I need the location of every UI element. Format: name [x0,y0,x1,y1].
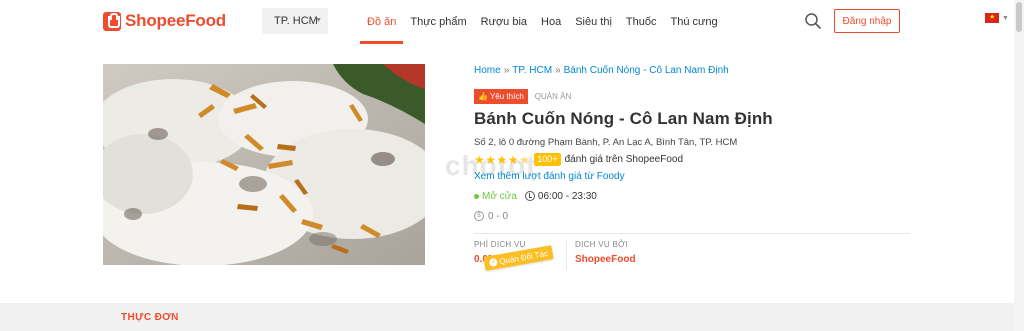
service-provider: DỊCH VỤ BỞI ShopeeFood [575,240,636,265]
menu-title[interactable]: THỰC ĐƠN [121,312,179,323]
category-nav: Đồ ăn Thực phẩm Rượu bia Hoa Siêu thị Th… [360,0,725,44]
nav-item-thuc-pham[interactable]: Thực phẩm [403,0,473,44]
breadcrumb-separator: » [555,64,561,76]
thumbs-up-icon: 👍 [478,91,488,101]
price-range-text: 0 - 0 [488,210,509,222]
breadcrumb: Home » TP. HCM » Bánh Cuốn Nóng - Cô Lan… [474,60,914,80]
restaurant-photo [103,64,425,265]
top-header: ShopeeFood TP. HCM ▼ Đồ ăn Thực phẩm Rượ… [0,0,1024,44]
nav-item-thuoc[interactable]: Thuốc [619,0,664,44]
scrollbar-thumb[interactable] [1016,2,1022,32]
vietnam-flag-icon [985,13,999,23]
open-status-label: Mở cửa [482,190,517,202]
search-icon[interactable] [804,12,822,30]
language-selector[interactable]: ▼ [985,13,1009,23]
breadcrumb-separator: » [503,64,510,76]
open-status: Mở cửa [474,191,517,202]
nav-item-hoa[interactable]: Hoa [534,0,568,44]
breadcrumb-current[interactable]: Bánh Cuốn Nóng - Cô Lan Nam Định [564,65,729,76]
nav-item-thu-cung[interactable]: Thú cưng [663,0,724,44]
restaurant-kind: QUÁN ĂN [534,91,572,101]
rating-text: đánh giá trên ShopeeFood [564,154,684,165]
breadcrumb-city[interactable]: TP. HCM [512,65,552,76]
price-range: $ 0 - 0 [474,209,914,223]
logo-text: ShopeeFood [125,11,226,30]
restaurant-address: Số 2, lô 0 đường Phạm Bành, P. An Lạc A,… [474,137,738,148]
foody-reviews-link[interactable]: Xem thêm lượt đánh giá từ Foody [474,170,914,184]
city-label: TP. HCM [274,15,318,27]
service-fee-label: PHÍ DỊCH VỤ [474,240,526,249]
favorite-tag-label: Yêu thích [489,91,524,101]
rating-count: 100+ [534,153,561,166]
login-button[interactable]: Đăng nhập [834,9,900,33]
shopeefood-logo[interactable]: ShopeeFood [103,11,226,31]
nav-item-sieu-thi[interactable]: Siêu thị [568,0,619,44]
opening-hours: 06:00 - 23:30 [524,190,597,202]
restaurant-tags: 👍 Yêu thích QUÁN ĂN [474,88,914,104]
nav-item-do-an[interactable]: Đồ ăn [360,0,404,44]
chevron-down-icon: ▼ [1002,14,1009,22]
breadcrumb-home[interactable]: Home [474,65,501,76]
service-provider-value: ShopeeFood [575,254,636,265]
service-provider-label: DỊCH VỤ BỞI [575,240,628,249]
service-separator [566,240,567,270]
chevron-down-icon: ▼ [315,17,322,24]
rating-row: ★★★★★ 100+ đánh giá trên ShopeeFood [474,152,914,167]
star-rating-icon: ★★★★★ [474,152,531,167]
opening-status: Mở cửa 06:00 - 23:30 [474,188,914,204]
vertical-scrollbar[interactable] [1014,0,1024,331]
city-selector[interactable]: TP. HCM ▼ [262,8,328,34]
clock-icon [524,191,535,201]
nav-item-ruou-bia[interactable]: Rượu bia [474,0,534,44]
section-divider [474,233,910,234]
check-icon: ✓ [488,257,499,268]
open-dot-icon [474,193,479,199]
restaurant-detail: Home » TP. HCM » Bánh Cuốn Nóng - Cô Lan… [474,60,914,223]
opening-hours-text: 06:00 - 23:30 [537,190,597,202]
shopee-bag-icon [103,11,121,31]
restaurant-name: Bánh Cuốn Nóng - Cô Lan Nam Định [474,109,773,128]
price-coin-icon: $ [474,211,484,221]
favorite-tag: 👍 Yêu thích [474,88,528,104]
